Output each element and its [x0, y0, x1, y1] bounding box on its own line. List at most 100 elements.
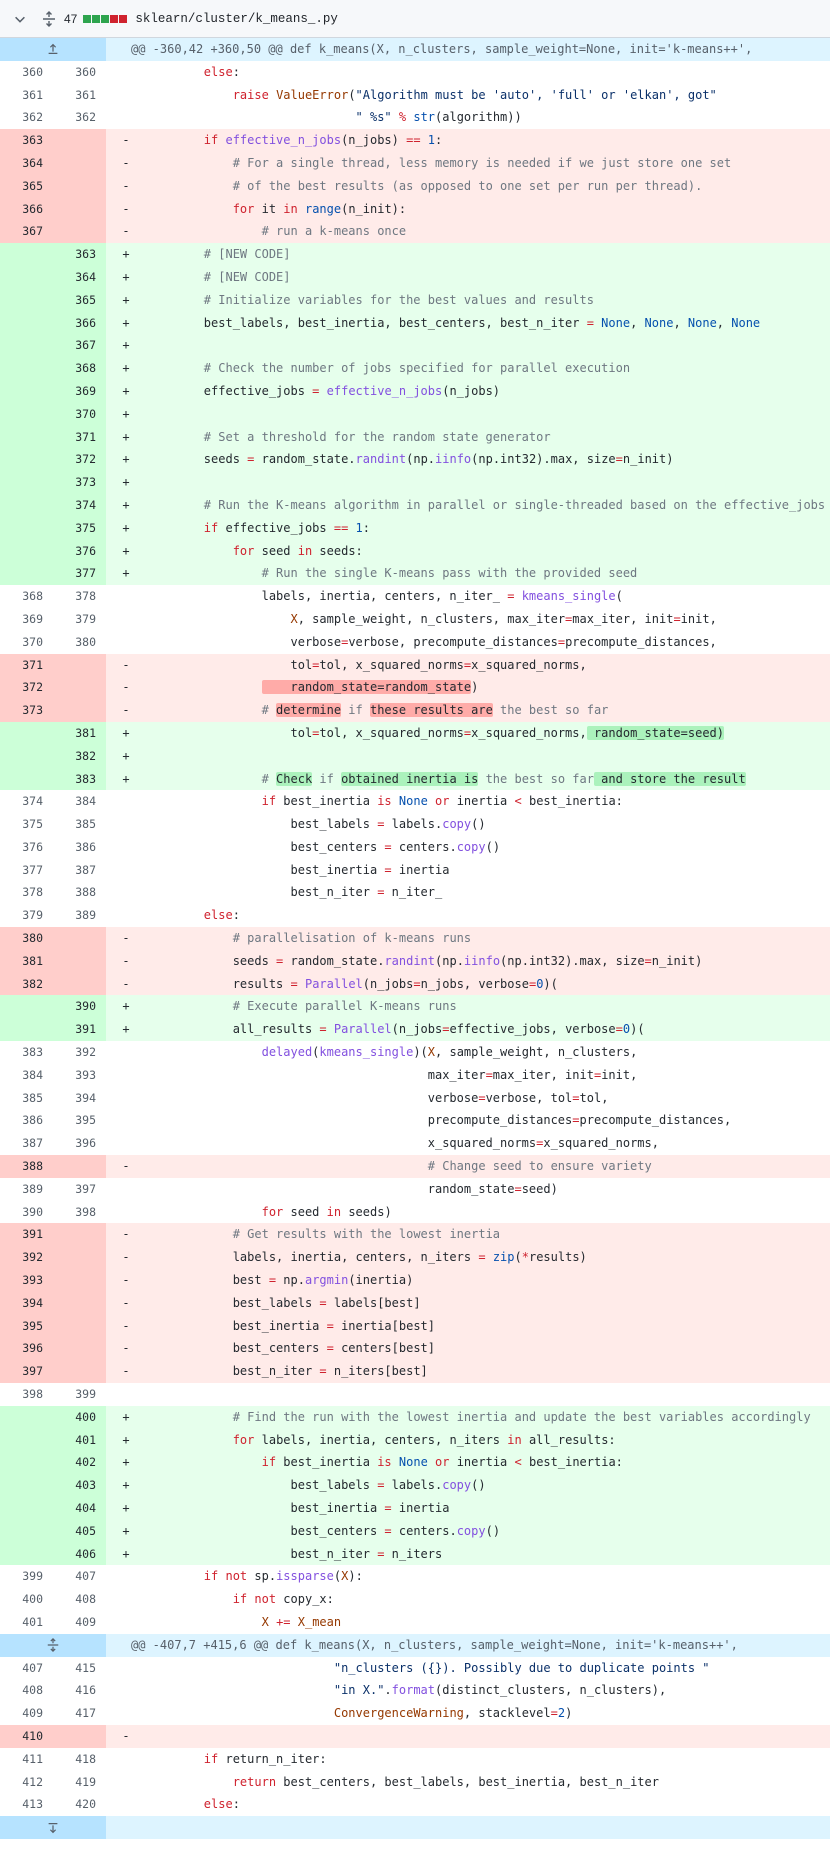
new-line-number[interactable]: 392 [53, 1041, 106, 1064]
old-line-number[interactable] [0, 744, 53, 768]
old-line-number[interactable]: 408 [0, 1679, 53, 1702]
old-line-number[interactable] [0, 767, 53, 791]
old-line-number[interactable]: 372 [0, 676, 53, 700]
old-line-number[interactable]: 412 [0, 1771, 53, 1794]
new-line-number[interactable]: 400 [53, 1405, 106, 1429]
old-line-number[interactable]: 376 [0, 836, 53, 859]
new-line-number[interactable] [53, 1155, 106, 1178]
new-line-number[interactable]: 393 [53, 1064, 106, 1087]
old-line-number[interactable]: 379 [0, 904, 53, 927]
old-line-number[interactable] [0, 1497, 53, 1520]
new-line-number[interactable] [53, 972, 106, 996]
old-line-number[interactable]: 410 [0, 1724, 53, 1748]
old-line-number[interactable]: 399 [0, 1565, 53, 1588]
new-line-number[interactable]: 408 [53, 1588, 106, 1611]
old-line-number[interactable]: 395 [0, 1314, 53, 1338]
new-line-number[interactable]: 403 [53, 1474, 106, 1497]
old-line-number[interactable]: 397 [0, 1360, 53, 1384]
old-line-number[interactable]: 392 [0, 1246, 53, 1270]
old-line-number[interactable]: 398 [0, 1383, 53, 1406]
old-line-number[interactable]: 386 [0, 1109, 53, 1132]
new-line-number[interactable]: 390 [53, 995, 106, 1019]
new-line-number[interactable]: 395 [53, 1109, 106, 1132]
new-line-number[interactable]: 399 [53, 1383, 106, 1406]
new-line-number[interactable]: 362 [53, 106, 106, 129]
new-line-number[interactable]: 360 [53, 61, 106, 84]
new-line-number[interactable] [53, 197, 106, 221]
new-line-number[interactable]: 398 [53, 1201, 106, 1224]
old-line-number[interactable]: 393 [0, 1269, 53, 1292]
old-line-number[interactable] [0, 516, 53, 540]
old-line-number[interactable]: 362 [0, 106, 53, 129]
old-line-number[interactable]: 363 [0, 129, 53, 152]
file-path[interactable]: sklearn/cluster/k_means_.py [135, 12, 338, 26]
new-line-number[interactable]: 370 [53, 402, 106, 426]
new-line-number[interactable]: 387 [53, 859, 106, 882]
new-line-number[interactable] [53, 1360, 106, 1384]
new-line-number[interactable]: 369 [53, 379, 106, 403]
new-line-number[interactable]: 391 [53, 1018, 106, 1042]
old-line-number[interactable]: 390 [0, 1201, 53, 1224]
old-line-number[interactable]: 382 [0, 972, 53, 996]
old-line-number[interactable] [0, 995, 53, 1019]
new-line-number[interactable]: 401 [53, 1428, 106, 1452]
new-line-number[interactable]: 379 [53, 608, 106, 631]
old-line-number[interactable]: 400 [0, 1588, 53, 1611]
old-line-number[interactable]: 389 [0, 1178, 53, 1201]
old-line-number[interactable] [0, 1542, 53, 1566]
old-line-number[interactable]: 377 [0, 859, 53, 882]
old-line-number[interactable]: 394 [0, 1291, 53, 1315]
old-line-number[interactable] [0, 721, 53, 745]
new-line-number[interactable]: 415 [53, 1657, 106, 1680]
old-line-number[interactable]: 396 [0, 1337, 53, 1361]
new-line-number[interactable]: 402 [53, 1451, 106, 1475]
new-line-number[interactable]: 378 [53, 585, 106, 608]
new-line-number[interactable] [53, 699, 106, 722]
new-line-number[interactable]: 371 [53, 425, 106, 449]
new-line-number[interactable]: 419 [53, 1771, 106, 1794]
old-line-number[interactable] [0, 539, 53, 563]
old-line-number[interactable] [0, 1428, 53, 1452]
new-line-number[interactable]: 363 [53, 243, 106, 266]
old-line-number[interactable] [0, 1474, 53, 1497]
old-line-number[interactable] [0, 1018, 53, 1042]
new-line-number[interactable]: 386 [53, 836, 106, 859]
new-line-number[interactable] [53, 1724, 106, 1748]
old-line-number[interactable] [0, 471, 53, 494]
old-line-number[interactable] [0, 357, 53, 380]
new-line-number[interactable]: 420 [53, 1793, 106, 1816]
new-line-number[interactable] [53, 129, 106, 152]
old-line-number[interactable]: 365 [0, 174, 53, 198]
new-line-number[interactable]: 417 [53, 1702, 106, 1725]
old-line-number[interactable]: 411 [0, 1748, 53, 1771]
new-line-number[interactable]: 418 [53, 1748, 106, 1771]
new-line-number[interactable]: 396 [53, 1132, 106, 1155]
expand-both-icon[interactable] [0, 1633, 106, 1657]
new-line-number[interactable] [53, 653, 106, 677]
old-line-number[interactable]: 383 [0, 1041, 53, 1064]
old-line-number[interactable] [0, 379, 53, 403]
new-line-number[interactable]: 366 [53, 311, 106, 335]
new-line-number[interactable] [53, 927, 106, 950]
new-line-number[interactable]: 406 [53, 1542, 106, 1566]
old-line-number[interactable]: 366 [0, 197, 53, 221]
new-line-number[interactable] [53, 1291, 106, 1315]
old-line-number[interactable]: 401 [0, 1611, 53, 1634]
new-line-number[interactable]: 409 [53, 1611, 106, 1634]
old-line-number[interactable]: 361 [0, 84, 53, 107]
new-line-number[interactable]: 364 [53, 265, 106, 289]
new-line-number[interactable]: 380 [53, 631, 106, 654]
new-line-number[interactable] [53, 1223, 106, 1247]
old-line-number[interactable]: 368 [0, 585, 53, 608]
old-line-number[interactable] [0, 402, 53, 426]
old-line-number[interactable]: 364 [0, 151, 53, 175]
old-line-number[interactable] [0, 1451, 53, 1475]
new-line-number[interactable]: 416 [53, 1679, 106, 1702]
new-line-number[interactable]: 389 [53, 904, 106, 927]
old-line-number[interactable] [0, 334, 53, 358]
new-line-number[interactable]: 361 [53, 84, 106, 107]
new-line-number[interactable]: 405 [53, 1519, 106, 1543]
new-line-number[interactable]: 382 [53, 744, 106, 768]
expand-down-icon[interactable] [0, 1816, 106, 1839]
new-line-number[interactable] [53, 151, 106, 175]
